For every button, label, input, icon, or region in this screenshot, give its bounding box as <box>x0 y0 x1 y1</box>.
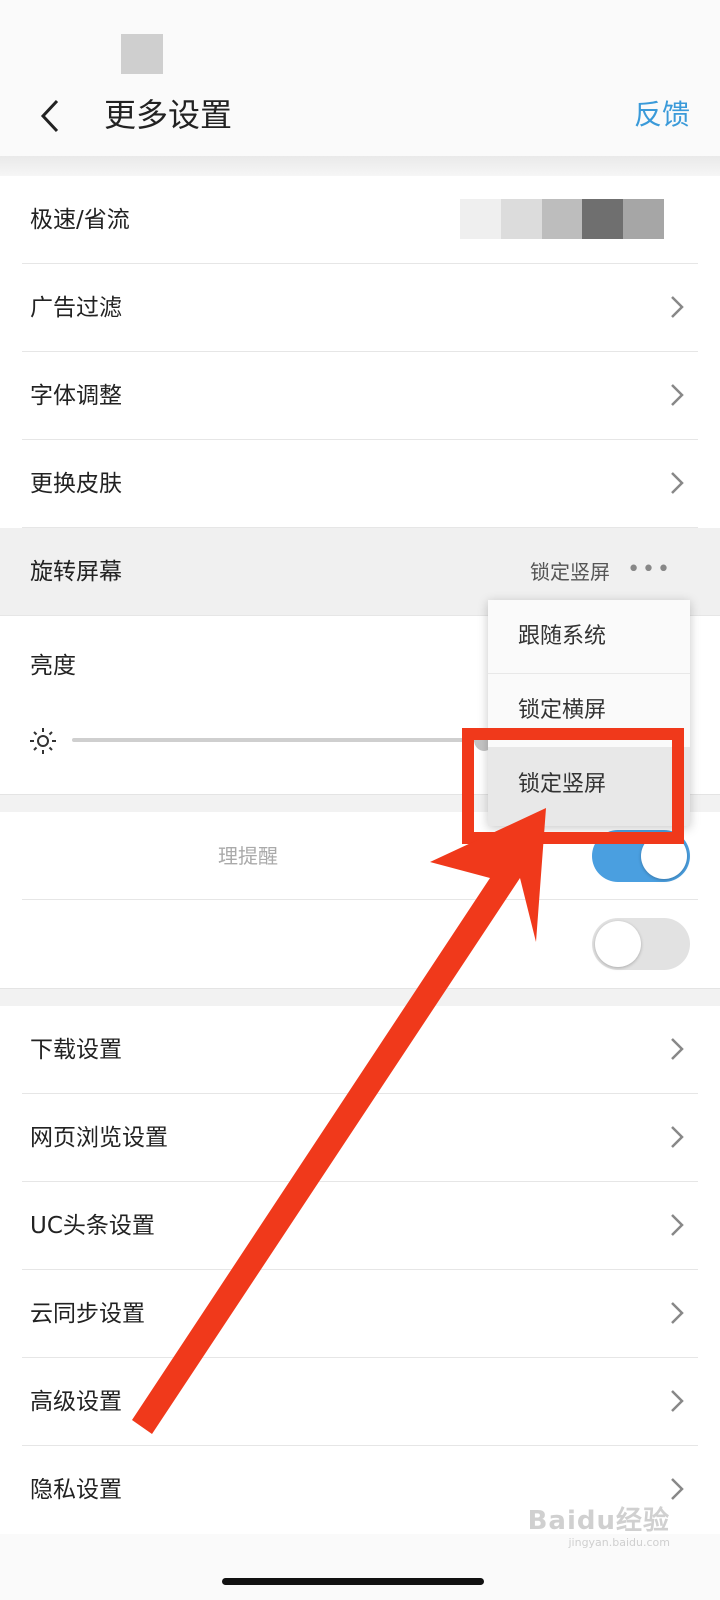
change-skin-label: 更换皮肤 <box>30 471 122 497</box>
uc-headlines-settings-label: UC头条设置 <box>30 1213 155 1239</box>
brightness-slider[interactable] <box>72 738 492 742</box>
settings-section-2: 下载设置 网页浏览设置 UC头条设置 云同步设置 高级设置 隐私设置 <box>0 1006 720 1534</box>
privacy-settings-label: 隐私设置 <box>30 1477 122 1503</box>
chevron-right-icon <box>671 1390 684 1412</box>
font-adjust-row[interactable]: 字体调整 <box>22 352 698 440</box>
cloud-sync-settings-row[interactable]: 云同步设置 <box>22 1270 698 1358</box>
change-skin-row[interactable]: 更换皮肤 <box>22 440 698 528</box>
back-button[interactable] <box>28 90 72 142</box>
menu-item-follow-system[interactable]: 跟随系统 <box>488 600 690 674</box>
cloud-sync-settings-label: 云同步设置 <box>30 1301 145 1327</box>
watermark-logo: Baidu经验 <box>527 1506 670 1536</box>
chevron-right-icon <box>671 1214 684 1236</box>
browsing-settings-label: 网页浏览设置 <box>30 1125 168 1151</box>
ad-filter-label: 广告过滤 <box>30 295 122 321</box>
chevron-right-icon <box>671 384 684 406</box>
section-gap <box>0 988 720 1006</box>
chevron-right-icon <box>671 1302 684 1324</box>
header-divider <box>0 156 720 176</box>
second-toggle[interactable] <box>592 918 690 970</box>
second-toggle-row <box>22 900 698 988</box>
home-indicator <box>222 1578 484 1585</box>
download-settings-row[interactable]: 下载设置 <box>22 1006 698 1094</box>
chevron-right-icon <box>671 296 684 318</box>
feedback-link[interactable]: 反馈 <box>634 90 690 140</box>
font-adjust-label: 字体调整 <box>30 383 122 409</box>
sun-icon <box>30 728 56 754</box>
speed-mode-label: 极速/省流 <box>30 207 130 233</box>
advanced-settings-row[interactable]: 高级设置 <box>22 1358 698 1446</box>
chevron-right-icon <box>671 1126 684 1148</box>
rotate-screen-label: 旋转屏幕 <box>30 559 122 585</box>
annotation-highlight-box <box>462 728 684 844</box>
pixelated-region <box>460 199 664 239</box>
advanced-settings-label: 高级设置 <box>30 1389 122 1415</box>
watermark-site: jingyan.baidu.com <box>568 1536 670 1549</box>
page-title: 更多设置 <box>104 96 233 134</box>
chevron-right-icon <box>671 1038 684 1060</box>
browsing-settings-row[interactable]: 网页浏览设置 <box>22 1094 698 1182</box>
uc-headlines-settings-row[interactable]: UC头条设置 <box>22 1182 698 1270</box>
chevron-left-icon <box>40 99 59 133</box>
brightness-label: 亮度 <box>30 653 76 679</box>
toggle-knob <box>595 921 641 967</box>
status-placeholder <box>121 34 163 74</box>
speed-mode-row[interactable]: 极速/省流 <box>22 176 698 264</box>
top-bar: 更多设置 反馈 <box>0 80 720 156</box>
download-settings-label: 下载设置 <box>30 1037 122 1063</box>
ad-filter-row[interactable]: 广告过滤 <box>22 264 698 352</box>
chevron-right-icon <box>671 472 684 494</box>
chevron-right-icon <box>671 1478 684 1500</box>
reminder-label: 理提醒 <box>218 844 278 868</box>
